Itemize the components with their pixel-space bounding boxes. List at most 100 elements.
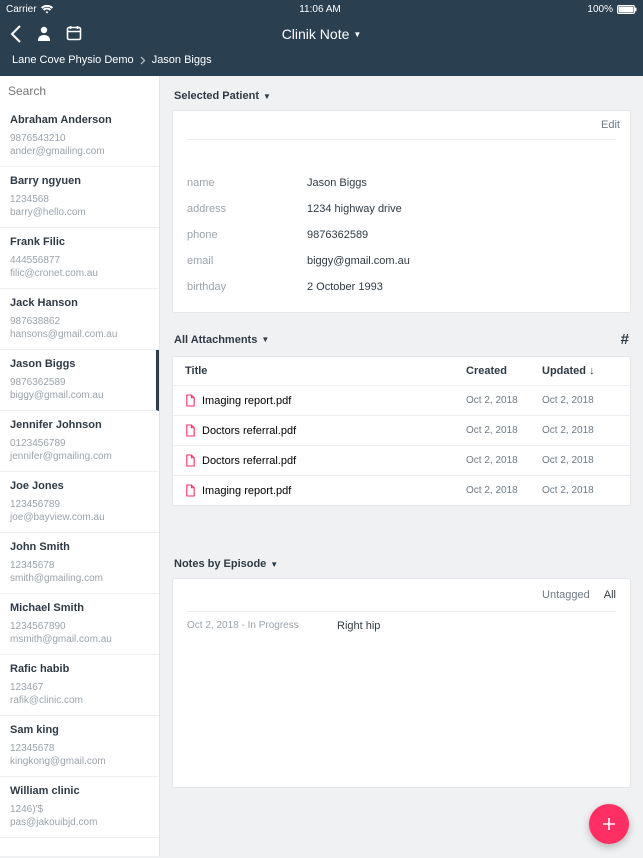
patient-email: barry@hello.com <box>10 206 149 219</box>
patient-name: Joe Jones <box>10 480 149 492</box>
attachments-card: Title Created Updated ↓ Imaging report.p… <box>172 356 631 506</box>
patient-email: jennifer@gmailing.com <box>10 450 149 463</box>
back-icon[interactable] <box>10 25 22 43</box>
label-birthday: birthday <box>187 281 307 293</box>
search-input[interactable] <box>8 84 151 98</box>
tab-untagged[interactable]: Untagged <box>542 589 590 601</box>
attachment-row[interactable]: Imaging report.pdfOct 2, 2018Oct 2, 2018 <box>173 476 630 505</box>
attachment-title: Doctors referral.pdf <box>202 425 296 437</box>
carrier-label: Carrier <box>6 4 37 15</box>
patient-phone: 1234567890 <box>10 620 149 633</box>
attachments-head: Title Created Updated ↓ <box>173 357 630 386</box>
patient-name: Frank Filic <box>10 236 149 248</box>
status-time: 11:06 AM <box>299 4 341 15</box>
plus-icon <box>601 816 617 832</box>
attachment-created: Oct 2, 2018 <box>466 425 542 436</box>
patient-name: Jennifer Johnson <box>10 419 149 431</box>
tab-all[interactable]: All <box>604 589 616 601</box>
file-icon <box>185 394 196 407</box>
patient-email: msmith@gmail.com.au <box>10 633 149 646</box>
notes-header[interactable]: Notes by Episode ▼ <box>172 554 631 578</box>
patient-phone: 1246)'$ <box>10 803 149 816</box>
patient-phone: 1234568 <box>10 193 149 206</box>
caret-down-icon: ▼ <box>261 335 269 344</box>
patient-name: Barry ngyuen <box>10 175 149 187</box>
sidebar-item-patient[interactable]: Sam king12345678kingkong@gmail.com <box>0 716 159 777</box>
value-phone: 9876362589 <box>307 229 368 241</box>
sidebar-item-patient[interactable]: Barry ngyuen 1234568barry@hello.com <box>0 167 159 228</box>
patient-email: pas@jakouibjd.com <box>10 816 149 829</box>
sidebar-item-patient[interactable]: Michael Smith 1234567890msmith@gmail.com.… <box>0 594 159 655</box>
attachment-row[interactable]: Doctors referral.pdfOct 2, 2018Oct 2, 20… <box>173 446 630 476</box>
label-email: email <box>187 255 307 267</box>
sidebar-item-patient[interactable]: Jack Hanson987638862hansons@gmail.com.au <box>0 289 159 350</box>
selected-patient-header[interactable]: Selected Patient ▼ <box>172 86 631 110</box>
patient-name: Abraham Anderson <box>10 114 149 126</box>
sidebar-item-patient[interactable]: William clinic 1246)'$pas@jakouibjd.com <box>0 777 159 838</box>
attachment-updated: Oct 2, 2018 <box>542 425 618 436</box>
patient-phone: 987638862 <box>10 315 149 328</box>
patient-email: kingkong@gmail.com <box>10 755 149 768</box>
header: Clinik Note ▼ Lane Cove Physio Demo Jaso… <box>0 18 643 76</box>
sidebar-item-patient[interactable]: Joe Jones123456789joe@bayview.com.au <box>0 472 159 533</box>
sidebar-item-patient[interactable]: Frank Filic 444556877filic@cronet.com.au <box>0 228 159 289</box>
file-icon <box>185 454 196 467</box>
patient-phone: 0123456789 <box>10 437 149 450</box>
note-title: Right hip <box>337 620 380 632</box>
file-icon <box>185 484 196 497</box>
label-phone: phone <box>187 229 307 241</box>
patient-email: smith@gmailing.com <box>10 572 149 585</box>
battery-pct: 100% <box>587 4 613 15</box>
patient-list: Abraham Anderson 9876543210ander@gmailing… <box>0 106 159 856</box>
patient-email: rafik@clinic.com <box>10 694 149 707</box>
note-row[interactable]: Oct 2, 2018 - In ProgressRight hip <box>173 612 630 640</box>
sidebar-item-patient[interactable]: Rafic habib123467rafik@clinic.com <box>0 655 159 716</box>
patient-name: William clinic <box>10 785 149 797</box>
caret-down-icon: ▼ <box>263 92 271 101</box>
label-address: address <box>187 203 307 215</box>
attachment-updated: Oct 2, 2018 <box>542 485 618 496</box>
value-email: biggy@gmail.com.au <box>307 255 410 267</box>
breadcrumb-root[interactable]: Lane Cove Physio Demo <box>12 54 134 66</box>
hash-icon[interactable]: # <box>621 331 629 348</box>
patient-phone: 9876543210 <box>10 132 149 145</box>
patient-name: Jason Biggs <box>10 358 146 370</box>
patient-phone: 444556877 <box>10 254 149 267</box>
attachment-row[interactable]: Imaging report.pdfOct 2, 2018Oct 2, 2018 <box>173 386 630 416</box>
selected-patient-card: Edit nameJason Biggs address1234 highway… <box>172 110 631 313</box>
chevron-right-icon <box>140 56 146 65</box>
value-address: 1234 highway drive <box>307 203 402 215</box>
add-button[interactable] <box>589 804 629 844</box>
attachment-row[interactable]: Doctors referral.pdf Oct 2, 2018Oct 2, 20… <box>173 416 630 446</box>
attachment-created: Oct 2, 2018 <box>466 395 542 406</box>
patient-name: Michael Smith <box>10 602 149 614</box>
attachments-header[interactable]: All Attachments ▼ <box>174 334 269 346</box>
sidebar-item-patient[interactable]: Abraham Anderson 9876543210ander@gmailing… <box>0 106 159 167</box>
attachment-updated: Oct 2, 2018 <box>542 455 618 466</box>
sidebar-item-patient[interactable]: Jason Biggs9876362589biggy@gmail.com.au <box>0 350 159 411</box>
caret-down-icon: ▼ <box>353 30 361 39</box>
calendar-icon[interactable] <box>66 25 82 41</box>
caret-down-icon: ▼ <box>270 560 278 569</box>
notes-card: Untagged All Oct 2, 2018 - In ProgressRi… <box>172 578 631 788</box>
patient-email: filic@cronet.com.au <box>10 267 149 280</box>
patient-phone: 12345678 <box>10 559 149 572</box>
patient-phone: 9876362589 <box>10 376 146 389</box>
user-icon[interactable] <box>36 25 52 41</box>
edit-button[interactable]: Edit <box>601 119 620 131</box>
patient-email: ander@gmailing.com <box>10 145 149 158</box>
sort-down-icon: ↓ <box>589 365 595 377</box>
sidebar-item-patient[interactable]: John Smith12345678smith@gmailing.com <box>0 533 159 594</box>
app-title[interactable]: Clinik Note ▼ <box>282 26 362 42</box>
patient-email: hansons@gmail.com.au <box>10 328 149 341</box>
note-meta: Oct 2, 2018 - In Progress <box>187 620 337 632</box>
status-bar: Carrier 11:06 AM 100% <box>0 0 643 18</box>
attachment-created: Oct 2, 2018 <box>466 485 542 496</box>
col-updated[interactable]: Updated ↓ <box>542 365 618 377</box>
col-title[interactable]: Title <box>185 365 466 377</box>
col-created[interactable]: Created <box>466 365 542 377</box>
patient-phone: 12345678 <box>10 742 149 755</box>
patient-phone: 123467 <box>10 681 149 694</box>
attachment-updated: Oct 2, 2018 <box>542 395 618 406</box>
sidebar-item-patient[interactable]: Jennifer Johnson 0123456789jennifer@gmail… <box>0 411 159 472</box>
